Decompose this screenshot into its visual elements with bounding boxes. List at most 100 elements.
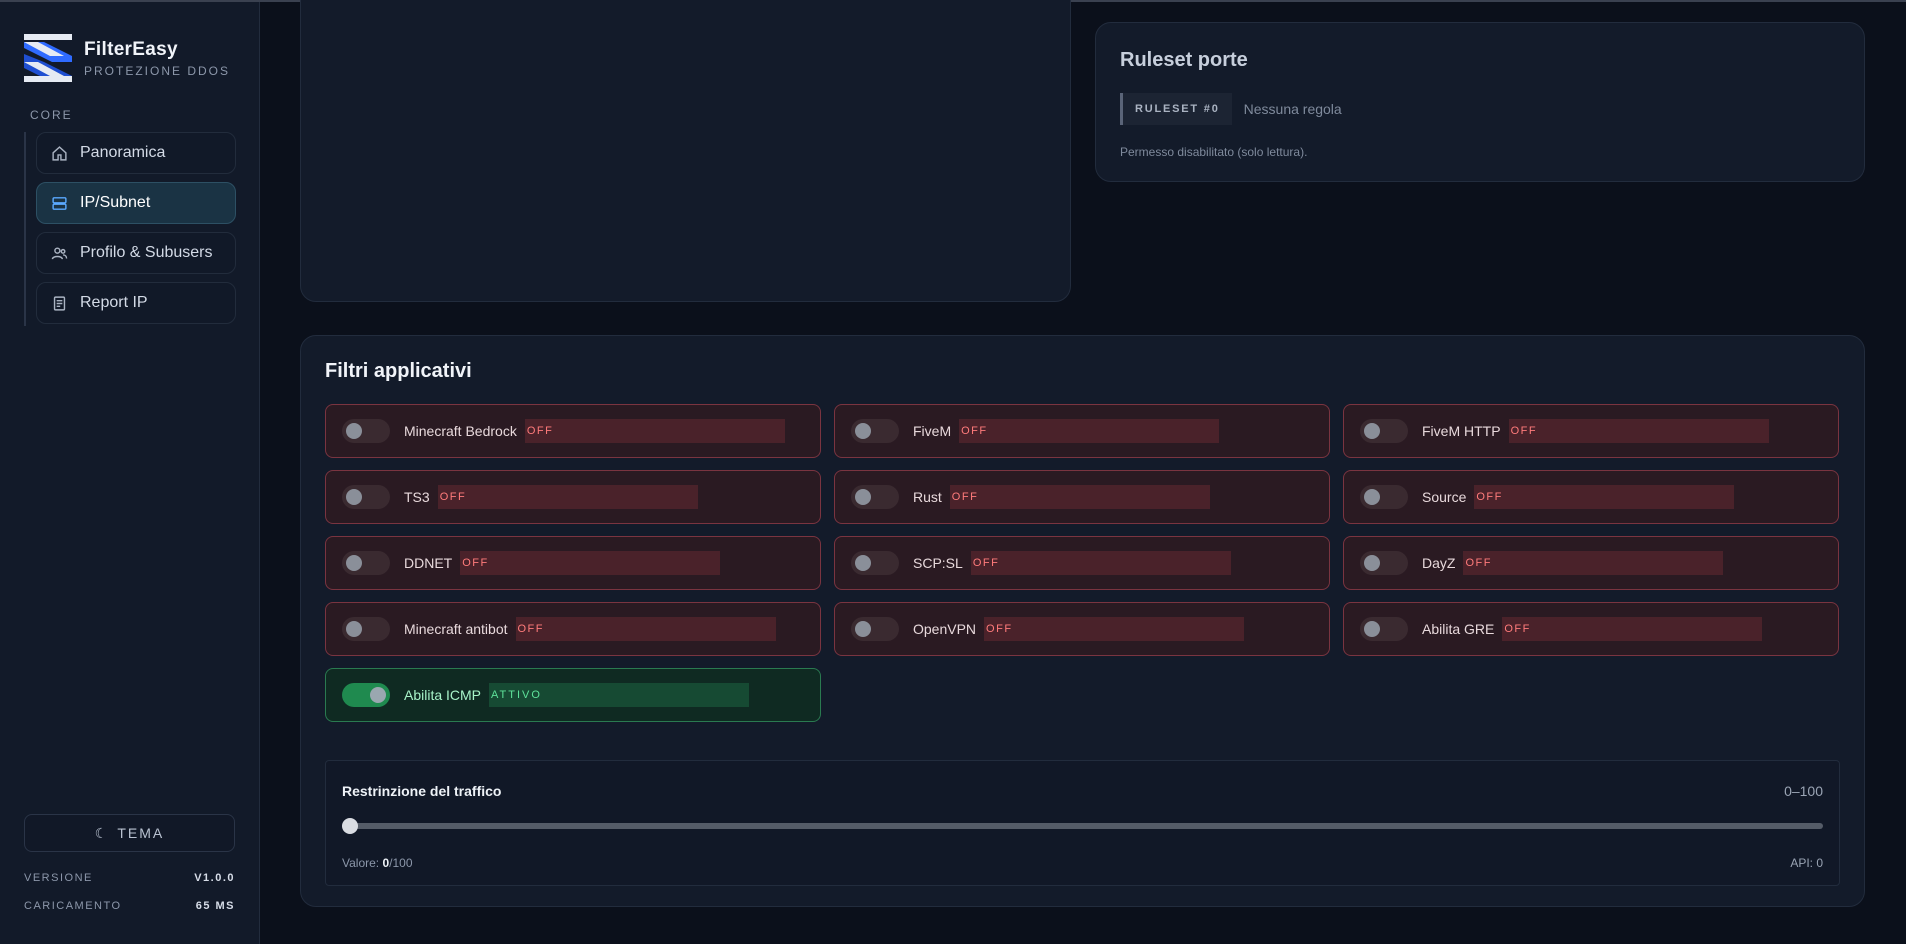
ruleset-row: RULESET #0 Nessuna regola	[1120, 93, 1342, 125]
version-value: V1.0.0	[194, 872, 235, 884]
ruleset-card: Ruleset porte RULESET #0 Nessuna regola …	[1095, 22, 1865, 182]
traffic-range: 0–100	[1784, 783, 1823, 799]
toggle-knob	[370, 687, 386, 703]
filter-label: Abilita ICMP	[404, 687, 482, 703]
filter-label: Rust	[913, 489, 942, 505]
traffic-api: API: 0	[1790, 856, 1823, 870]
filter-status-badge: OFF	[515, 617, 776, 641]
filter-status-badge: OFF	[984, 617, 1245, 641]
filter-status-badge: OFF	[970, 551, 1231, 575]
loading-row: CARICAMENTO 65 MS	[24, 900, 235, 912]
filter-abilita-icmp[interactable]: Abilita ICMP ATTIVO	[325, 668, 821, 722]
filter-label: FiveM	[913, 423, 952, 439]
toggle-switch[interactable]	[851, 419, 899, 443]
toggle-knob	[855, 555, 871, 571]
filter-ts3[interactable]: TS3 OFF	[325, 470, 821, 524]
filter-status-badge: OFF	[949, 485, 1210, 509]
filter-abilita-gre[interactable]: Abilita GRE OFF	[1343, 602, 1839, 656]
ruleset-note: Permesso disabilitato (solo lettura).	[1120, 145, 1308, 159]
traffic-slider[interactable]	[342, 818, 1823, 834]
toggle-switch[interactable]	[342, 551, 390, 575]
ruleset-tag: RULESET #0	[1120, 93, 1232, 125]
filter-status-badge: OFF	[1502, 617, 1763, 641]
toggle-knob	[1364, 489, 1380, 505]
filter-dayz[interactable]: DayZ OFF	[1343, 536, 1839, 590]
users-icon	[50, 244, 68, 262]
filter-source[interactable]: Source OFF	[1343, 470, 1839, 524]
filters-title: Filtri applicativi	[325, 360, 472, 382]
filter-rust[interactable]: Rust OFF	[834, 470, 1330, 524]
toggle-switch[interactable]	[342, 419, 390, 443]
toggle-knob	[346, 423, 362, 439]
sidebar-item-panoramica[interactable]: Panoramica	[36, 132, 236, 174]
filter-openvpn[interactable]: OpenVPN OFF	[834, 602, 1330, 656]
filter-ddnet[interactable]: DDNET OFF	[325, 536, 821, 590]
sidebar-item-label: Report IP	[80, 294, 148, 311]
toggle-switch[interactable]	[851, 485, 899, 509]
traffic-restriction-panel: Restrinzione del traffico 0–100 Valore: …	[325, 760, 1840, 886]
filter-label: Abilita GRE	[1422, 621, 1495, 637]
sidebar-item-label: IP/Subnet	[80, 194, 151, 211]
toggle-switch[interactable]	[851, 551, 899, 575]
version-row: VERSIONE V1.0.0	[24, 872, 235, 884]
filter-label: OpenVPN	[913, 621, 977, 637]
loading-value: 65 MS	[195, 900, 235, 912]
sidebar-item-ip-subnet[interactable]: IP/Subnet	[36, 182, 236, 224]
toggle-switch[interactable]	[1360, 617, 1408, 641]
sidebar-item-label: Panoramica	[80, 144, 166, 161]
traffic-title: Restrinzione del traffico	[342, 783, 502, 799]
filters-card: Filtri applicativi Minecraft Bedrock OFF…	[300, 335, 1865, 907]
traffic-value-max: /100	[389, 856, 413, 870]
filter-status-badge: OFF	[437, 485, 698, 509]
filter-status-badge: ATTIVO	[489, 683, 750, 707]
sidebar-item-report-ip[interactable]: Report IP	[36, 282, 236, 324]
home-icon	[50, 144, 68, 162]
filter-label: Source	[1422, 489, 1467, 505]
toggle-knob	[346, 621, 362, 637]
sidebar-item-profilo-subusers[interactable]: Profilo & Subusers	[36, 232, 236, 274]
filter-status-badge: OFF	[1463, 551, 1724, 575]
sidebar: FilterEasy PROTEZIONE DDOS CORE Panorami…	[0, 2, 260, 944]
loading-label: CARICAMENTO	[24, 900, 122, 912]
filter-label: Minecraft antibot	[404, 621, 508, 637]
toggle-switch[interactable]	[851, 617, 899, 641]
ruleset-title: Ruleset porte	[1120, 49, 1248, 71]
filter-scp-sl[interactable]: SCP:SL OFF	[834, 536, 1330, 590]
server-icon	[50, 194, 68, 212]
filter-fivem[interactable]: FiveM OFF	[834, 404, 1330, 458]
theme-toggle-button[interactable]: ☾ TEMA	[24, 814, 235, 852]
toggle-knob	[855, 489, 871, 505]
toggle-switch[interactable]	[1360, 485, 1408, 509]
brand[interactable]: FilterEasy PROTEZIONE DDOS	[24, 34, 230, 82]
toggle-switch[interactable]	[342, 683, 390, 707]
toggle-switch[interactable]	[1360, 419, 1408, 443]
toggle-switch[interactable]	[342, 485, 390, 509]
filter-label: DDNET	[404, 555, 453, 571]
theme-label: TEMA	[117, 825, 165, 841]
toggle-knob	[855, 621, 871, 637]
toggle-knob	[346, 555, 362, 571]
toggle-knob	[1364, 621, 1380, 637]
toggle-switch[interactable]	[342, 617, 390, 641]
version-label: VERSIONE	[24, 872, 93, 884]
filter-status-badge: OFF	[959, 419, 1220, 443]
moon-icon: ☾	[94, 824, 110, 841]
filter-fivem-http[interactable]: FiveM HTTP OFF	[1343, 404, 1839, 458]
traffic-value: Valore: 0/100	[342, 856, 413, 870]
sidebar-item-label: Profilo & Subusers	[80, 244, 213, 261]
toggle-knob	[346, 489, 362, 505]
filter-label: SCP:SL	[913, 555, 963, 571]
toggle-switch[interactable]	[1360, 551, 1408, 575]
nav-section-label: CORE	[30, 108, 73, 122]
ruleset-value: Nessuna regola	[1243, 101, 1342, 117]
filter-minecraft-antibot[interactable]: Minecraft antibot OFF	[325, 602, 821, 656]
toggle-knob	[855, 423, 871, 439]
filter-label: TS3	[404, 489, 430, 505]
filter-minecraft-bedrock[interactable]: Minecraft Bedrock OFF	[325, 404, 821, 458]
filter-label: FiveM HTTP	[1422, 423, 1501, 439]
brand-name: FilterEasy	[84, 38, 178, 60]
filter-status-badge: OFF	[524, 419, 785, 443]
filter-label: DayZ	[1422, 555, 1456, 571]
slider-thumb[interactable]	[342, 818, 358, 834]
filtereasy-logo-icon	[24, 34, 72, 82]
